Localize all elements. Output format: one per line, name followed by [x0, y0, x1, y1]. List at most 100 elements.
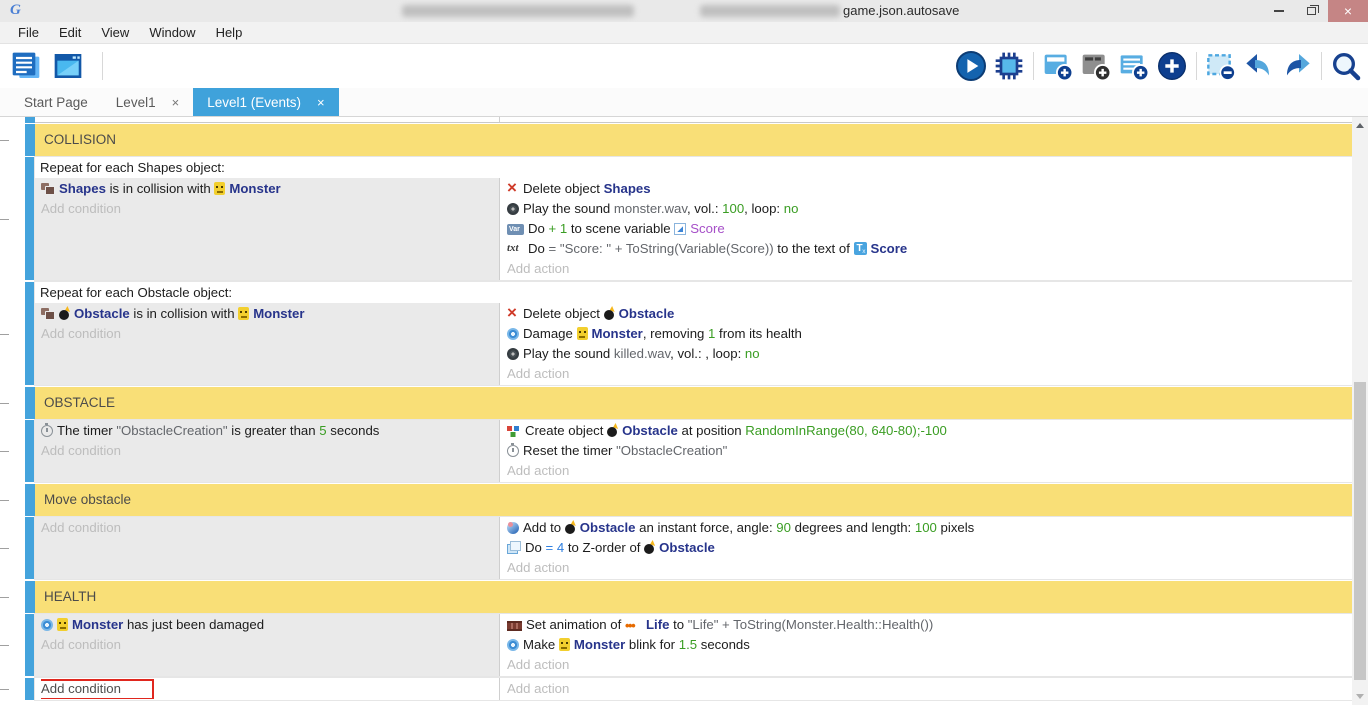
- add-condition-link[interactable]: Add condition: [41, 441, 499, 461]
- event-block[interactable]: Monster has just been damagedAdd conditi…: [25, 614, 1352, 676]
- repeat-header[interactable]: Repeat for each Obstacle object:: [35, 282, 1352, 303]
- scrollbar-thumb[interactable]: [1354, 382, 1366, 680]
- text-segment: has just been damaged: [123, 617, 264, 632]
- add-condition-link[interactable]: Add condition: [41, 518, 499, 538]
- conditions-column: Monster has just been damagedAdd conditi…: [35, 614, 500, 676]
- event-block[interactable]: Add condition Add to Obstacle an instant …: [25, 517, 1352, 579]
- text-segment: Do: [525, 540, 546, 555]
- text-segment: no: [784, 201, 799, 216]
- scroll-down-icon[interactable]: [1356, 694, 1364, 699]
- action-line[interactable]: Make Monster blink for 1.5 seconds: [507, 635, 1352, 655]
- add-event-icon[interactable]: [1042, 50, 1074, 82]
- gutter-tick: [0, 140, 9, 141]
- event-body: Add condition Add to Obstacle an instant …: [35, 517, 1352, 579]
- tab-close-icon[interactable]: ×: [172, 95, 180, 110]
- action-line[interactable]: Create object Obstacle at position Rando…: [507, 421, 1352, 441]
- add-action-link[interactable]: Add action: [507, 364, 1352, 384]
- gutter-tick: [0, 689, 9, 690]
- action-line[interactable]: Do = "Score: " + ToString(Variable(Score…: [507, 239, 1352, 259]
- event-block[interactable]: The timer "ObstacleCreation" is greater …: [25, 420, 1352, 482]
- tab-close-icon[interactable]: ×: [317, 95, 325, 110]
- event-group-move-obstacle[interactable]: Move obstacle: [25, 484, 1352, 516]
- event-block[interactable]: Repeat for each Shapes object:Shapes is …: [25, 157, 1352, 280]
- tab-start-page[interactable]: Start Page: [10, 88, 102, 116]
- menu-window[interactable]: Window: [139, 25, 205, 40]
- menu-help[interactable]: Help: [206, 25, 253, 40]
- action-line[interactable]: Damage Monster, removing 1 from its heal…: [507, 324, 1352, 344]
- menu-edit[interactable]: Edit: [49, 25, 91, 40]
- minimize-button[interactable]: [1262, 0, 1295, 22]
- txt-icon: [507, 242, 524, 255]
- action-line[interactable]: Play the sound monster.wav, vol.: 100, l…: [507, 199, 1352, 219]
- event-content: The timer "ObstacleCreation" is greater …: [35, 420, 1352, 482]
- action-line[interactable]: Do + 1 to scene variable Score: [507, 219, 1352, 239]
- text-segment: = 4: [546, 540, 565, 555]
- group-handle[interactable]: [25, 387, 35, 419]
- menu-view[interactable]: View: [91, 25, 139, 40]
- action-line[interactable]: Delete object Obstacle: [507, 304, 1352, 324]
- tab-level1[interactable]: Level1×: [102, 88, 193, 116]
- add-comment-icon[interactable]: [1080, 50, 1112, 82]
- add-action-link[interactable]: Add action: [507, 461, 1352, 481]
- add-action-link[interactable]: Add action: [507, 259, 1352, 279]
- play-icon[interactable]: [955, 50, 987, 82]
- restore-button[interactable]: [1295, 0, 1328, 22]
- event-group-obstacle[interactable]: OBSTACLE: [25, 387, 1352, 419]
- text-segment: , vol.:: [687, 201, 722, 216]
- group-handle[interactable]: [25, 581, 35, 613]
- add-subevent-icon[interactable]: [1118, 50, 1150, 82]
- bomb-icon: [565, 520, 576, 534]
- action-line[interactable]: Reset the timer "ObstacleCreation": [507, 441, 1352, 461]
- group-handle[interactable]: [25, 484, 35, 516]
- event-handle[interactable]: [25, 117, 35, 123]
- debug-icon[interactable]: [993, 50, 1025, 82]
- close-button[interactable]: ×: [1328, 0, 1368, 22]
- condition-line[interactable]: Shapes is in collision with Monster: [41, 179, 499, 199]
- add-condition-link[interactable]: Add condition: [41, 635, 499, 655]
- add-condition-link[interactable]: Add condition: [41, 199, 499, 219]
- add-action-link[interactable]: Add action: [507, 558, 1352, 578]
- vertical-scrollbar[interactable]: [1352, 117, 1368, 705]
- event-block[interactable]: Add condition Add action: [25, 678, 1352, 700]
- action-line[interactable]: Delete object Shapes: [507, 179, 1352, 199]
- search-icon[interactable]: [1330, 50, 1362, 82]
- text-segment: , removing: [643, 326, 708, 341]
- action-line[interactable]: Set animation of Life to "Life" + ToStri…: [507, 615, 1352, 635]
- add-condition-label: Add condition: [41, 201, 121, 216]
- redo-icon[interactable]: [1281, 50, 1313, 82]
- event-group-collision[interactable]: COLLISION: [25, 124, 1352, 156]
- menu-file[interactable]: File: [8, 25, 49, 40]
- condition-line[interactable]: Obstacle is in collision with Monster: [41, 304, 499, 324]
- repeat-header[interactable]: Repeat for each Shapes object:: [35, 157, 1352, 178]
- action-line[interactable]: Add to Obstacle an instant force, angle:…: [507, 518, 1352, 538]
- group-handle[interactable]: [25, 124, 35, 156]
- start-scene-icon[interactable]: [52, 50, 84, 82]
- event-group-health[interactable]: HEALTH: [25, 581, 1352, 613]
- text-segment: 5: [319, 423, 326, 438]
- event-content: Repeat for each Shapes object:Shapes is …: [35, 157, 1352, 280]
- add-condition-link[interactable]: Add condition: [41, 679, 499, 699]
- condition-line[interactable]: Monster has just been damaged: [41, 615, 499, 635]
- text-segment: The timer: [57, 423, 116, 438]
- event-handle[interactable]: [25, 517, 35, 579]
- add-condition-link[interactable]: Add condition: [41, 324, 499, 344]
- add-action-link[interactable]: Add action: [507, 655, 1352, 675]
- condition-line[interactable]: The timer "ObstacleCreation" is greater …: [41, 421, 499, 441]
- scroll-up-icon[interactable]: [1356, 123, 1364, 128]
- action-line[interactable]: Do = 4 to Z-order of Obstacle: [507, 538, 1352, 558]
- add-action-link[interactable]: Add action: [507, 679, 1352, 699]
- event-handle[interactable]: [25, 157, 35, 280]
- event-handle[interactable]: [25, 614, 35, 676]
- action-line[interactable]: Play the sound killed.wav, vol.: , loop:…: [507, 344, 1352, 364]
- event-block[interactable]: Repeat for each Obstacle object:Obstacle…: [25, 282, 1352, 385]
- event-handle[interactable]: [25, 282, 35, 385]
- event-body: Add condition Add action: [35, 678, 1352, 700]
- add-other-icon[interactable]: [1156, 50, 1188, 82]
- event-handle[interactable]: [25, 420, 35, 482]
- tab-level1-events[interactable]: Level1 (Events)×: [193, 88, 338, 116]
- project-manager-icon[interactable]: [10, 50, 42, 82]
- undo-icon[interactable]: [1243, 50, 1275, 82]
- event-handle[interactable]: [25, 678, 35, 700]
- gutter-tick: [0, 597, 9, 598]
- remove-selection-icon[interactable]: [1205, 50, 1237, 82]
